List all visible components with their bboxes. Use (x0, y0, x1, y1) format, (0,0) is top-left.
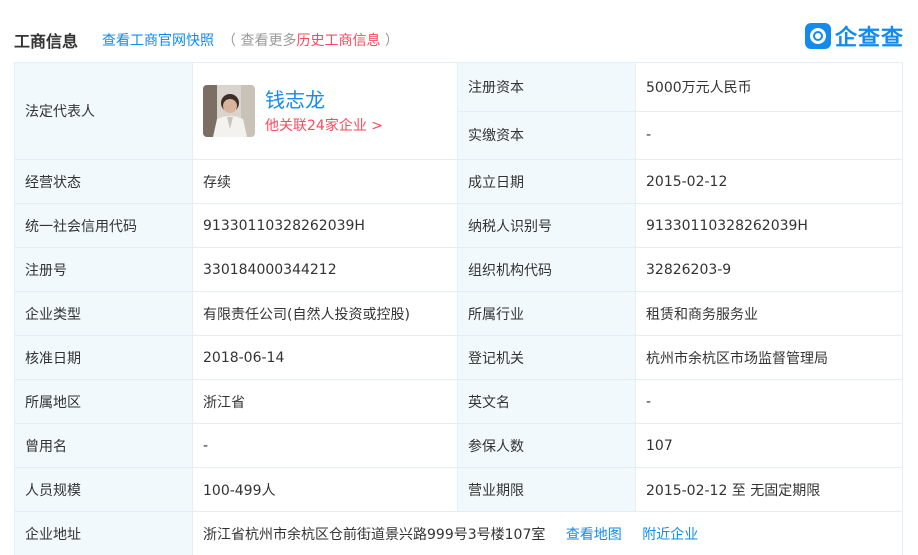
field-label: 成立日期 (457, 159, 636, 204)
field-value: 有限责任公司(自然人投资或控股) (192, 291, 458, 336)
view-map-link[interactable]: 查看地图 (566, 527, 622, 543)
field-label: 参保人数 (457, 423, 636, 468)
field-label: 经营状态 (14, 159, 193, 204)
field-label: 注册号 (14, 247, 193, 292)
table-row: 经营状态 存续 成立日期 2015-02-12 (14, 159, 903, 204)
history-suffix: ） (380, 33, 399, 49)
related-companies-link[interactable]: 他关联24家企业 > (265, 115, 383, 135)
field-label: 所属行业 (457, 291, 636, 336)
nearby-companies-link[interactable]: 附近企业 (642, 527, 698, 543)
address-cell: 浙江省杭州市余杭区仓前街道景兴路999号3号楼107室 查看地图 附近企业 (192, 511, 903, 555)
field-label: 所属地区 (14, 379, 193, 424)
registered-capital-label: 注册资本 (457, 62, 636, 112)
field-value: - (192, 423, 458, 468)
business-info-table: 法定代表人 钱志龙 他关联24家企业 > 注册资本 5000万元人民币 实缴资本… (14, 62, 903, 555)
field-value: 107 (635, 423, 903, 468)
address-label: 企业地址 (14, 511, 193, 555)
address-value: 浙江省杭州市余杭区仓前街道景兴路999号3号楼107室 (203, 526, 546, 543)
table-row: 曾用名 - 参保人数 107 (14, 423, 903, 468)
legal-rep-label: 法定代表人 (14, 62, 193, 160)
field-label: 人员规模 (14, 467, 193, 512)
qichacha-logo-icon (804, 23, 831, 49)
legal-rep-name[interactable]: 钱志龙 (265, 87, 383, 113)
field-value: 100-499人 (192, 467, 458, 512)
field-value: 2015-02-12 至 无固定期限 (635, 467, 903, 512)
paid-capital-value: - (635, 110, 903, 160)
field-value: 2018-06-14 (192, 335, 458, 380)
field-label: 曾用名 (14, 423, 193, 468)
history-prefix: （ 查看更多 (222, 33, 297, 49)
field-value: 330184000344212 (192, 247, 458, 292)
field-value: 存续 (192, 159, 458, 204)
legal-rep-cell: 钱志龙 他关联24家企业 > (192, 62, 458, 160)
field-value: 杭州市余杭区市场监督管理局 (635, 335, 903, 380)
table-row: 法定代表人 钱志龙 他关联24家企业 > 注册资本 5000万元人民币 (14, 62, 903, 160)
table-row: 注册号 330184000344212 组织机构代码 32826203-9 (14, 247, 903, 292)
field-value: 2015-02-12 (635, 159, 903, 204)
field-label: 营业期限 (457, 467, 636, 512)
table-row: 统一社会信用代码 91330110328262039H 纳税人识别号 91330… (14, 203, 903, 248)
section-header: 工商信息 查看工商官网快照 （ 查看更多历史工商信息 ） 企查查 (0, 0, 918, 60)
field-label: 英文名 (457, 379, 636, 424)
history-note: （ 查看更多历史工商信息 ） (222, 30, 399, 50)
field-value: 租赁和商务服务业 (635, 291, 903, 336)
field-label: 纳税人识别号 (457, 203, 636, 248)
field-value: 浙江省 (192, 379, 458, 424)
qichacha-logo[interactable]: 企查查 (804, 22, 904, 51)
table-row: 企业类型 有限责任公司(自然人投资或控股) 所属行业 租赁和商务服务业 (14, 291, 903, 336)
registered-capital-value: 5000万元人民币 (635, 62, 903, 112)
table-row: 企业地址 浙江省杭州市余杭区仓前街道景兴路999号3号楼107室 查看地图 附近… (14, 511, 903, 555)
legal-rep-avatar[interactable] (203, 85, 255, 137)
official-snapshot-link[interactable]: 查看工商官网快照 (102, 30, 214, 50)
logo-text: 企查查 (834, 26, 904, 51)
field-label: 登记机关 (457, 335, 636, 380)
field-value: 32826203-9 (635, 247, 903, 292)
table-row: 所属地区 浙江省 英文名 - (14, 379, 903, 424)
field-label: 核准日期 (14, 335, 193, 380)
field-value: 91330110328262039H (635, 203, 903, 248)
table-row: 人员规模 100-499人 营业期限 2015-02-12 至 无固定期限 (14, 467, 903, 512)
table-row: 核准日期 2018-06-14 登记机关 杭州市余杭区市场监督管理局 (14, 335, 903, 380)
field-value: 91330110328262039H (192, 203, 458, 248)
section-title: 工商信息 (14, 32, 79, 51)
paid-capital-label: 实缴资本 (457, 110, 636, 160)
field-label: 企业类型 (14, 291, 193, 336)
field-value: - (635, 379, 903, 424)
field-label: 统一社会信用代码 (14, 203, 193, 248)
history-info-link[interactable]: 历史工商信息 (296, 33, 380, 49)
field-label: 组织机构代码 (457, 247, 636, 292)
person-photo-icon (203, 85, 255, 137)
